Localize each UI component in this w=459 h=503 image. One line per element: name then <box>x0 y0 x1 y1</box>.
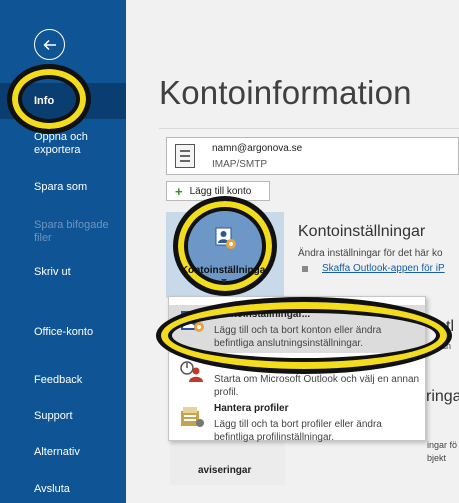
obscured-text-2: ingar fö <box>427 440 458 450</box>
account-settings-icon <box>215 227 236 249</box>
account-settings-button-label: Kontoinställningar <box>180 265 270 276</box>
obscured-heading-2: ringa <box>426 388 459 405</box>
nav-save-attachments: Spara bifogade filer <box>34 219 109 244</box>
nav-save-as[interactable]: Spara som <box>0 181 126 194</box>
bullet-icon <box>302 266 308 272</box>
section-title: Kontoinställningar <box>298 223 426 240</box>
nav-support[interactable]: Support <box>0 410 126 423</box>
account-email: namn@argonova.se <box>212 143 303 154</box>
nav-office-account[interactable]: Office-konto <box>0 326 126 339</box>
nav-feedback[interactable]: Feedback <box>0 374 126 387</box>
nav-options[interactable]: Alternativ <box>0 446 126 459</box>
mail-account-icon <box>175 144 195 168</box>
highlight-ring-info <box>7 64 91 134</box>
alerts-tile[interactable] <box>170 440 285 485</box>
account-type: IMAP/SMTP <box>212 159 268 170</box>
page-title: Kontoinformation <box>159 74 412 111</box>
divider <box>159 128 459 129</box>
alerts-label: aviseringar <box>198 465 252 476</box>
section-description: Ändra inställningar för det här ko <box>298 248 443 259</box>
highlight-ring-menu-item <box>156 297 452 374</box>
menu-item-title: Hantera profiler <box>214 403 289 414</box>
back-arrow-icon <box>43 39 56 51</box>
nav-print[interactable]: Skriv ut <box>0 266 126 279</box>
back-button[interactable] <box>34 29 65 60</box>
menu-item-description: Lägg till och ta bort profiler eller änd… <box>214 419 382 443</box>
add-account-label: Lägg till konto <box>189 185 252 197</box>
account-selector[interactable]: namn@argonova.se IMAP/SMTP <box>166 137 459 175</box>
plus-icon: + <box>175 183 183 199</box>
outlook-app-link[interactable]: Skaffa Outlook-appen för iP <box>322 263 445 274</box>
nav-open-export[interactable]: Öppna och exportera <box>0 131 126 157</box>
menu-item-manage-profiles[interactable]: Hantera profiler Lägg till och ta bort p… <box>169 401 425 443</box>
manage-profiles-icon <box>181 407 204 427</box>
menu-item-description: Starta om Microsoft Outlook och välj en … <box>214 374 420 398</box>
nav-exit[interactable]: Avsluta <box>0 483 126 496</box>
obscured-text-3: bjekt <box>427 453 447 463</box>
chevron-down-icon <box>221 279 227 283</box>
